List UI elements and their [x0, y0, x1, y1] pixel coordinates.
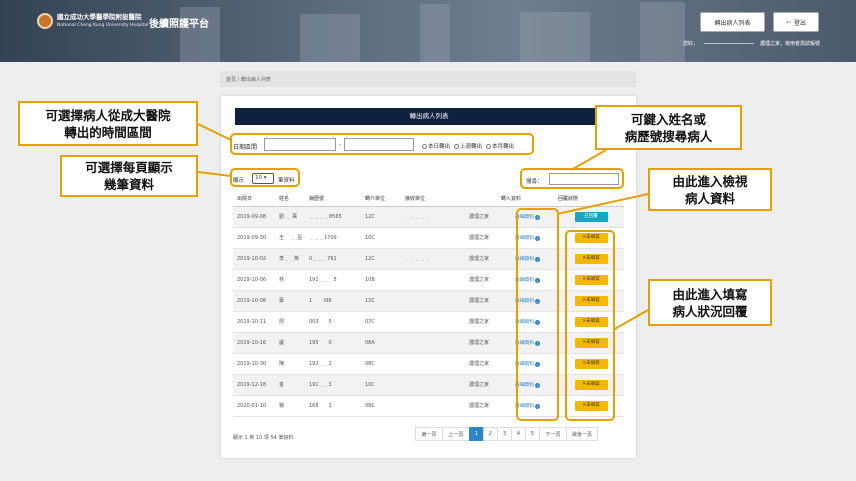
callout-date-range: 可選擇病人從成大醫院 轉出的時間區間	[18, 101, 198, 146]
callout-view-detail: 由此進入檢視 病人資料	[648, 168, 772, 211]
annotation-connectors	[197, 123, 649, 331]
callout-search: 可鍵入姓名或 病歷號搜尋病人	[595, 105, 742, 150]
connector-date	[197, 123, 232, 141]
callout-page-size: 可選擇每頁顯示 幾筆資料	[60, 155, 198, 197]
connector-page-size	[197, 171, 232, 177]
connector-search	[570, 149, 607, 171]
connector-reply	[612, 309, 649, 331]
callout-reply: 由此進入填寫 病人狀況回覆	[648, 279, 772, 326]
connector-view	[556, 193, 649, 215]
